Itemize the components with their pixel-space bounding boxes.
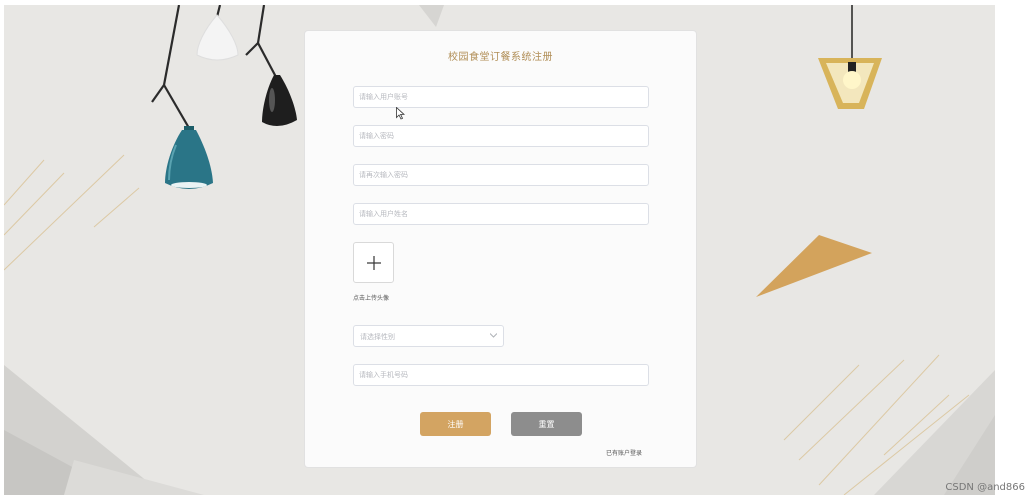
mouse-pointer-icon [396, 107, 405, 120]
reset-button[interactable]: 重置 [511, 412, 582, 436]
avatar-upload-label: 点击上传头像 [353, 295, 390, 302]
gender-select[interactable]: 请选择性别 [353, 325, 504, 347]
form-title: 校园食堂订餐系统注册 [448, 52, 553, 63]
phone-input[interactable] [353, 364, 649, 386]
plus-icon [366, 255, 381, 270]
account-input[interactable] [353, 86, 649, 108]
chevron-down-icon [490, 333, 497, 338]
login-link[interactable]: 已有账户登录 [606, 448, 642, 457]
password-input[interactable] [353, 125, 649, 147]
watermark: CSDN @and866 [945, 482, 1025, 493]
register-card: 校园食堂订餐系统注册 点击上传头像 请选择性别 注册 重置 已有账户登录 [304, 30, 697, 468]
name-input[interactable] [353, 203, 649, 225]
confirm-password-input[interactable] [353, 164, 649, 186]
avatar-upload-button[interactable] [353, 242, 394, 283]
gender-select-placeholder: 请选择性别 [360, 333, 395, 341]
register-button[interactable]: 注册 [420, 412, 491, 436]
